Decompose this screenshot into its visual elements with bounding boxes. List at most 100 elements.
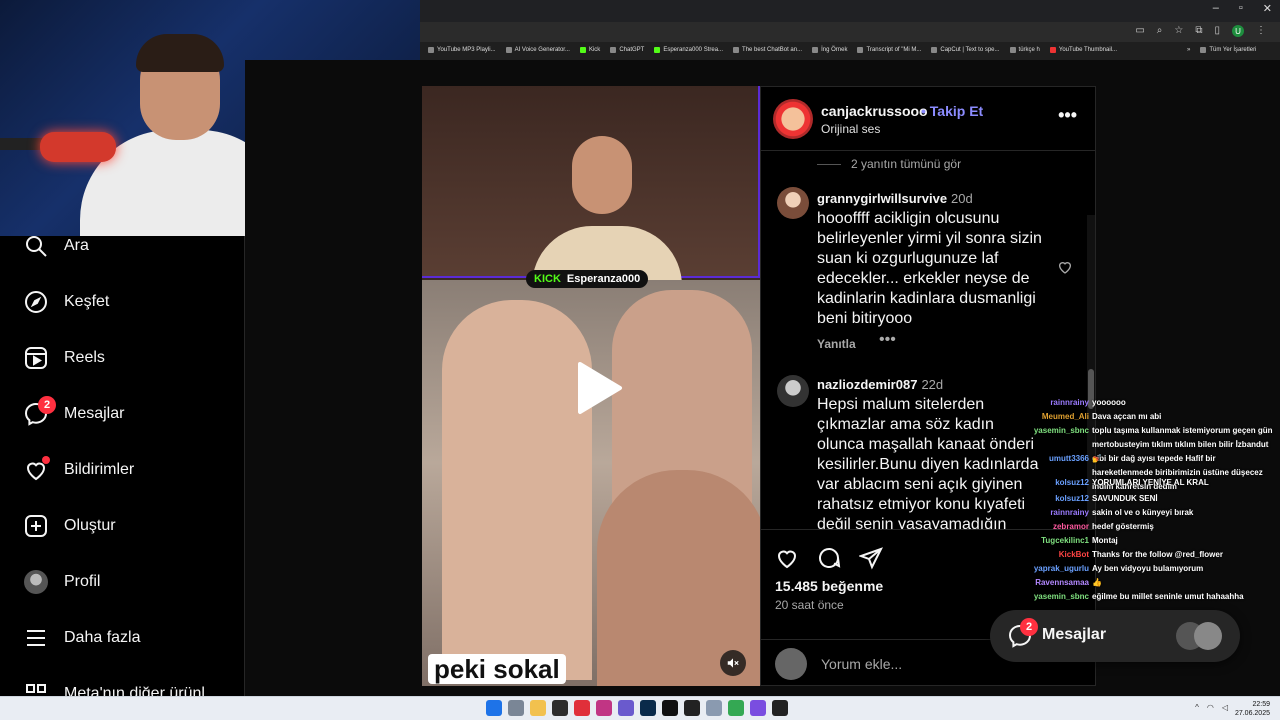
author-avatar[interactable]	[773, 99, 813, 139]
chat-username[interactable]: rainnrainy	[1028, 506, 1092, 520]
sidebar-item-profile[interactable]: Profil	[24, 570, 100, 594]
search-icon	[24, 236, 48, 258]
author-username[interactable]: canjackrussooo	[821, 103, 928, 119]
opera-icon[interactable]	[574, 700, 590, 716]
comment-author[interactable]: grannygirlwillsurvive 20d	[817, 191, 973, 206]
comment-avatar[interactable]	[777, 187, 809, 219]
mute-icon[interactable]	[720, 650, 746, 676]
reel-video[interactable]: KICK Esperanza000 peki sokal	[422, 86, 760, 686]
app-icon[interactable]	[706, 700, 722, 716]
audio-link[interactable]: Orijinal ses	[821, 122, 880, 136]
bookmark-icon	[857, 47, 864, 53]
bookmark[interactable]: Kick	[579, 47, 600, 53]
extensions-icon[interactable]: ⧉	[1195, 25, 1202, 37]
chat-message: Meumed_Ali Dava açcan mı abi	[1028, 410, 1280, 424]
chat-username[interactable]: kolsuz12	[1028, 476, 1092, 490]
comment-like-icon[interactable]	[1057, 259, 1073, 280]
volume-icon[interactable]: ◁	[1222, 703, 1228, 712]
chat-username[interactable]: zebramor	[1028, 520, 1092, 534]
sidebar-item-search[interactable]: Ara	[24, 236, 89, 258]
profile-avatar[interactable]: U	[1232, 25, 1244, 37]
instagram-icon[interactable]	[596, 700, 612, 716]
chat-username[interactable]: yasemin_sbnc	[1028, 590, 1092, 604]
microphone-icon	[40, 132, 116, 162]
tiktok-icon[interactable]	[662, 700, 678, 716]
avatar-icon	[24, 570, 48, 594]
chat-username[interactable]: Meumed_Ali	[1028, 410, 1092, 424]
more-bookmarks[interactable]: »	[1187, 47, 1190, 53]
messages-button[interactable]: 2 Mesajlar	[990, 610, 1240, 662]
more-options-icon[interactable]: •••	[1058, 105, 1077, 126]
explorer-icon[interactable]	[530, 700, 546, 716]
sidebar-item-label: Keşfet	[64, 293, 110, 310]
chat-username[interactable]: kolsuz12	[1028, 492, 1092, 506]
sidebar-item-more[interactable]: Daha fazla	[24, 626, 141, 650]
view-replies-link[interactable]: 2 yanıtın tümünü gör	[817, 157, 961, 171]
capcut-icon[interactable]	[772, 700, 788, 716]
start-icon[interactable]	[486, 700, 502, 716]
capcut-icon[interactable]	[684, 700, 700, 716]
comment-avatar[interactable]	[777, 375, 809, 407]
cast-icon[interactable]: ▭	[1135, 25, 1144, 37]
bookmark[interactable]: AI Voice Generator...	[505, 47, 570, 53]
bookmark[interactable]: İng Örnek	[812, 47, 847, 53]
sidebar-item-label: Mesajlar	[64, 405, 125, 422]
restore-icon[interactable]: ▫	[1239, 2, 1243, 15]
chat-username[interactable]: umutt3366	[1028, 452, 1092, 466]
bookmark[interactable]: türkçe h	[1009, 47, 1040, 53]
app-icon[interactable]	[750, 700, 766, 716]
chat-username[interactable]: Ravennsamaa	[1028, 576, 1092, 590]
menu-dots-icon[interactable]: ⋮	[1256, 25, 1266, 37]
sidebar-item-reels[interactable]: Reels	[24, 346, 105, 370]
bookmark[interactable]: ChatGPT	[610, 47, 644, 53]
video-caption: peki sokal	[428, 654, 566, 684]
zoom-icon[interactable]: ⌕	[1157, 25, 1163, 37]
chat-username[interactable]: rainnrainy	[1028, 396, 1092, 410]
comment-author[interactable]: nazliozdemir087 22d	[817, 377, 943, 392]
star-icon[interactable]: ☆	[1174, 25, 1183, 37]
wifi-icon[interactable]: ◠	[1207, 703, 1214, 712]
follow-button[interactable]: • Takip Et	[921, 103, 983, 119]
taskbar-apps	[486, 700, 788, 716]
close-icon[interactable]: ✕	[1263, 2, 1272, 15]
app-icon[interactable]	[618, 700, 634, 716]
sidebar-item-notifications[interactable]: Bildirimler	[24, 456, 134, 482]
chat-username[interactable]: yaprak_ugurlu	[1028, 562, 1092, 576]
all-bookmarks[interactable]: Tüm Yer İşaretleri	[1200, 47, 1256, 53]
sidebar-item-meta[interactable]: Meta'nın diğer ürünl	[24, 682, 205, 696]
bookmark[interactable]: Transcript of "Mi M...	[857, 47, 921, 53]
like-count[interactable]: 15.485 beğenme	[775, 578, 883, 594]
photoshop-icon[interactable]	[640, 700, 656, 716]
reply-button[interactable]: Yanıtla	[817, 337, 856, 351]
bookmark[interactable]: YouTube Thumbnail...	[1049, 47, 1117, 53]
chat-username[interactable]: KickBot	[1028, 548, 1092, 562]
plus-square-icon	[24, 514, 48, 538]
like-icon[interactable]	[775, 546, 799, 575]
sidebar-item-create[interactable]: Oluştur	[24, 514, 116, 538]
bookmark[interactable]: YouTube MP3 Playli...	[428, 47, 496, 53]
sidebar-item-messages[interactable]: 2 Mesajlar	[24, 396, 125, 426]
share-icon[interactable]	[858, 546, 883, 575]
minimize-icon[interactable]: –	[1213, 2, 1219, 15]
comment-icon[interactable]	[817, 546, 841, 575]
chat-username[interactable]: Tugcekilinc1	[1028, 534, 1092, 548]
chat-text: Dava açcan mı abi	[1092, 412, 1162, 421]
sidebar-item-explore[interactable]: Keşfet	[24, 290, 109, 314]
comment-input[interactable]: Yorum ekle...	[821, 656, 902, 672]
address-bar[interactable]: ▭ ⌕ ☆ ⧉ ▯ U ⋮	[420, 22, 1280, 42]
recent-chat-avatars	[1176, 622, 1226, 650]
chevron-up-icon[interactable]: ^	[1195, 703, 1199, 712]
bookmark[interactable]: CapCut | Text to spe...	[931, 47, 1000, 53]
sidepanel-icon[interactable]: ▯	[1214, 25, 1220, 37]
search-icon[interactable]	[508, 700, 524, 716]
bookmark-icon	[733, 47, 740, 53]
bookmark[interactable]: The best ChatBot an...	[733, 47, 802, 53]
play-icon[interactable]	[562, 356, 626, 420]
windows-taskbar: ^ ◠ ◁ 22:59 27.06.2025	[0, 696, 1280, 720]
app-icon[interactable]	[552, 700, 568, 716]
chrome-icon[interactable]	[728, 700, 744, 716]
comment-options-icon[interactable]: •••	[879, 331, 896, 349]
bookmark[interactable]: Esperanza000 Strea...	[654, 47, 723, 53]
comment-text: hoooffff acikligin olcusunu belirleyenle…	[817, 210, 1042, 327]
system-clock[interactable]: 22:59 27.06.2025	[1235, 700, 1270, 718]
